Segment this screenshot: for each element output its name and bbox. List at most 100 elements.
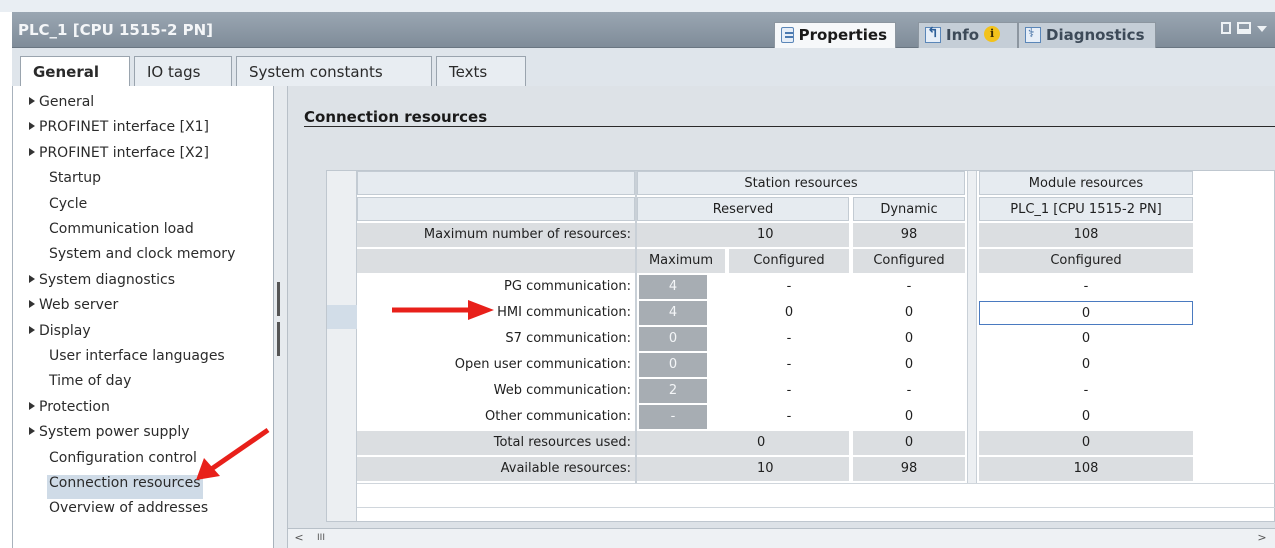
maximize-icon[interactable] [1237,22,1251,34]
tab-diagnostics[interactable]: Diagnostics [1018,22,1156,48]
expand-triangle-icon[interactable] [29,147,35,156]
tab-diagnostics-label: Diagnostics [1046,26,1145,44]
configured-value-cell: - [786,331,792,346]
expand-triangle-icon[interactable] [29,427,35,436]
nav-item[interactable]: PROFINET interface [X1] [29,119,209,143]
tab-general[interactable]: General [20,56,130,87]
expand-triangle-icon[interactable] [29,97,35,105]
expand-triangle-icon[interactable] [29,122,35,131]
nav-item-label: System diagnostics [39,271,176,288]
nav-item[interactable]: Time of day [49,373,131,397]
row-label: Other communication: [485,409,631,424]
float-icon[interactable] [1221,22,1231,34]
scroll-left-icon[interactable]: < [292,531,306,545]
nav-item-label: Configuration control [49,449,197,466]
max-module-value: 108 [979,223,1193,247]
tab-info-label: Info [946,26,980,44]
nav-item[interactable]: Protection [29,399,110,423]
maximum-value-cell: 0 [639,353,707,377]
top-strip [0,0,1275,12]
total-dynamic-value: 0 [853,431,965,455]
module-value-cell[interactable]: 0 [979,301,1193,325]
window-title: PLC_1 [CPU 1515-2 PN] [18,21,214,39]
empty-row [357,507,1275,521]
nav-item[interactable]: PROFINET interface [X2] [29,145,209,169]
available-dynamic-value: 98 [853,457,965,481]
nav-item[interactable]: System and clock memory [49,246,235,270]
expand-triangle-icon[interactable] [29,274,35,283]
tab-texts[interactable]: Texts [436,56,526,86]
module-value-cell[interactable]: 0 [979,353,1193,377]
nav-item[interactable]: Web server [29,297,118,321]
nav-item[interactable]: System power supply [29,424,190,448]
maximum-value-cell: 0 [639,327,707,351]
annotation-arrow-icon [196,427,270,480]
configured-value-cell: - [786,409,792,424]
expand-triangle-icon[interactable] [29,325,35,334]
horizontal-scrollbar[interactable]: < III > [288,528,1275,548]
max-resources-label: Maximum number of resources: [357,223,637,247]
module-value-cell[interactable]: 0 [979,405,1193,429]
tab-io-tags[interactable]: IO tags [134,56,232,86]
nav-item-label: Connection resources [49,475,201,491]
properties-icon [781,27,794,43]
tab-system-constants[interactable]: System constants [236,56,432,86]
module-value-cell[interactable]: - [979,379,1193,403]
nav-item[interactable]: Display [29,323,91,347]
nav-item-label: General [39,94,95,110]
nav-item[interactable]: Startup [49,170,101,194]
tab-properties[interactable]: Properties [774,22,896,48]
nav-item[interactable]: Communication load [49,221,194,245]
module-value-cell[interactable]: - [979,275,1193,299]
dynamic-value-cell: 0 [904,305,914,320]
nav-item[interactable]: Configuration control [49,450,197,474]
header-reserved: Reserved [637,197,849,221]
column-separator[interactable] [967,171,977,483]
nav-item[interactable]: Overview of addresses [49,500,208,524]
column-labels-blank [357,249,637,273]
row-label: PG communication: [504,279,631,294]
nav-item-label: Overview of addresses [49,500,209,517]
expand-triangle-icon[interactable] [29,401,35,410]
maximum-value-cell: 4 [639,275,707,299]
dynamic-value-cell: - [906,383,912,398]
total-module-value: 0 [979,431,1193,455]
dynamic-value-cell: - [906,279,912,294]
nav-item-label: Display [39,322,91,339]
scroll-right-icon[interactable]: > [1255,531,1269,545]
connection-resources-table: Station resources Module resources Reser… [326,170,1275,522]
nav-item-label: Communication load [49,221,194,237]
tab-properties-label: Properties [798,26,887,44]
row-selector[interactable] [327,305,357,329]
scroll-thumb[interactable]: III [310,531,332,545]
configured-value-cell: - [786,357,792,372]
expand-triangle-icon[interactable] [29,300,35,309]
nav-splitter[interactable] [274,86,288,548]
section-divider [304,126,1275,127]
nav-item[interactable]: User interface languages [49,348,225,372]
info-badge-icon: i [984,26,1001,42]
col-maximum: Maximum [637,249,725,273]
splitter-grip-icon[interactable] [277,282,280,316]
header-dynamic: Dynamic [853,197,965,221]
tab-info[interactable]: Info i [918,22,1018,48]
nav-item-label: Cycle [49,195,88,212]
nav-item-label: PROFINET interface [X2] [39,144,210,161]
nav-item[interactable]: System diagnostics [29,272,175,296]
nav-item[interactable]: Cycle [49,196,87,220]
nav-item-label: User interface languages [49,348,225,364]
nav-item[interactable]: General [29,94,94,118]
max-dynamic-value: 98 [853,223,965,247]
module-value-cell[interactable]: 0 [979,327,1193,351]
nav-item-label: PROFINET interface [X1] [39,119,210,136]
maximum-value-cell: 2 [639,379,707,403]
splitter-grip-icon[interactable] [277,322,280,356]
nav-item-label: Time of day [49,373,132,390]
header-module-name: PLC_1 [CPU 1515-2 PN] [979,197,1193,221]
available-reserved-value: 10 [637,457,849,481]
total-used-label: Total resources used: [357,431,637,455]
chevron-down-icon[interactable] [1257,26,1267,37]
column-separator[interactable] [635,171,637,483]
annotation-arrow-icon [392,300,494,320]
nav-item[interactable]: Connection resources [47,475,203,499]
